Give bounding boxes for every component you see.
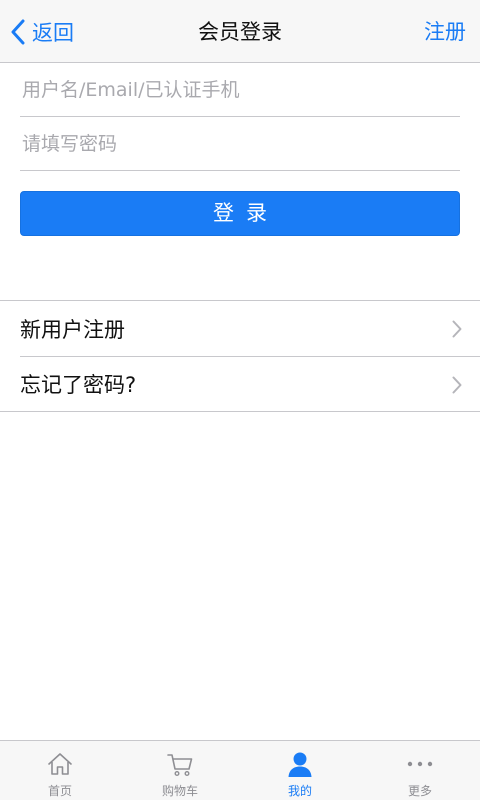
back-label: 返回 bbox=[32, 21, 74, 45]
tab-more[interactable]: 更多 bbox=[360, 741, 480, 800]
password-input[interactable] bbox=[20, 132, 460, 155]
account-options-list: 新用户注册 忘记了密码? bbox=[0, 300, 480, 412]
tab-mine[interactable]: 我的 bbox=[240, 741, 360, 800]
tab-label: 更多 bbox=[407, 784, 432, 798]
chevron-right-icon bbox=[452, 376, 462, 394]
list-item-forgot-password[interactable]: 忘记了密码? bbox=[20, 356, 480, 411]
navigation-bar: 返回 会员登录 注册 bbox=[0, 0, 480, 63]
username-input[interactable] bbox=[20, 78, 460, 101]
user-icon bbox=[285, 749, 315, 779]
chevron-right-icon bbox=[452, 320, 462, 338]
tab-label: 我的 bbox=[287, 784, 312, 798]
more-icon bbox=[405, 749, 435, 779]
cart-icon bbox=[165, 749, 195, 779]
tab-cart[interactable]: 购物车 bbox=[120, 741, 240, 800]
tab-label: 首页 bbox=[47, 784, 72, 798]
tab-bar: 首页 购物车 我的 更多 bbox=[0, 740, 480, 800]
tab-home[interactable]: 首页 bbox=[0, 741, 120, 800]
login-form bbox=[20, 63, 460, 171]
username-field-row bbox=[20, 63, 460, 117]
tab-label: 购物车 bbox=[161, 784, 198, 798]
register-button[interactable]: 注册 bbox=[424, 14, 466, 50]
login-button[interactable]: 登录 bbox=[20, 191, 460, 236]
home-icon bbox=[45, 749, 75, 779]
list-item-label: 忘记了密码? bbox=[20, 373, 137, 397]
chevron-left-icon bbox=[11, 19, 25, 45]
back-button[interactable]: 返回 bbox=[10, 14, 74, 50]
password-field-row bbox=[20, 117, 460, 171]
list-item-new-user-register[interactable]: 新用户注册 bbox=[0, 301, 480, 356]
list-item-label: 新用户注册 bbox=[20, 317, 125, 342]
